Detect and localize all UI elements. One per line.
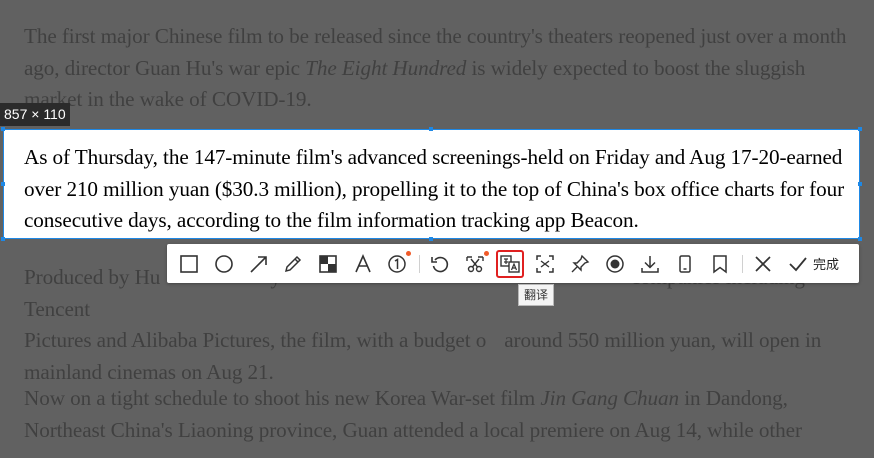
close-button[interactable]: [749, 250, 777, 278]
ai-cutout-button[interactable]: [461, 250, 489, 278]
paragraph-3-line3: mainland cinemas on Aug 21.: [24, 359, 274, 384]
phone-button[interactable]: [671, 250, 699, 278]
new-badge: [484, 251, 489, 256]
resize-handle-bottom-left[interactable]: [1, 237, 5, 241]
translate-button[interactable]: [496, 250, 524, 278]
numbered-circle-icon: [388, 255, 406, 273]
phone-icon: [679, 255, 691, 273]
resize-handle-top[interactable]: [429, 127, 433, 131]
paragraph-2: As of Thursday, the 147-minute film's ad…: [24, 145, 845, 232]
scissors-icon: [466, 256, 484, 273]
ellipse-tool[interactable]: [210, 250, 238, 278]
text-tool[interactable]: [349, 250, 377, 278]
paragraph-3-line2-start: Pictures and Alibaba Pictures, the film,…: [24, 328, 487, 352]
resize-handle-right[interactable]: [858, 182, 862, 186]
pen-tool[interactable]: [279, 250, 307, 278]
arrow-icon: [250, 256, 267, 273]
bookmark-icon: [713, 255, 727, 274]
download-button[interactable]: [636, 250, 664, 278]
resize-handle-top-right[interactable]: [858, 127, 862, 131]
mosaic-icon: [319, 255, 337, 273]
selection-region[interactable]: As of Thursday, the 147-minute film's ad…: [1, 127, 862, 241]
new-badge: [406, 251, 411, 256]
p4-segment: Jin Gang Chuan: [540, 386, 680, 410]
scan-text-icon: [536, 255, 554, 273]
close-icon: [755, 256, 771, 272]
resize-handle-bottom[interactable]: [429, 237, 433, 241]
resize-handle-bottom-right[interactable]: [858, 237, 862, 241]
bookmark-button[interactable]: [706, 250, 734, 278]
paragraph-3-start: Produced by Hu: [24, 265, 161, 289]
check-icon: [789, 257, 807, 272]
p1-segment: The Eight Hundred: [305, 55, 467, 80]
selection-size-label: 857 × 110: [0, 103, 70, 126]
number-tool[interactable]: [383, 250, 411, 278]
ocr-button[interactable]: [531, 250, 559, 278]
record-button[interactable]: [601, 250, 629, 278]
undo-icon: [431, 256, 449, 273]
paragraph-4: Now on a tight schedule to shoot his new…: [24, 383, 864, 446]
toolbar-separator: [742, 255, 743, 273]
rectangle-icon: [180, 255, 198, 273]
done-button[interactable]: [784, 250, 812, 278]
record-icon: [606, 255, 624, 273]
p4-segment: Now on a tight schedule to shoot his new…: [24, 386, 541, 410]
circle-icon: [215, 255, 233, 273]
translate-tooltip: 翻译: [518, 284, 555, 306]
resize-handle-left[interactable]: [1, 182, 5, 186]
done-label[interactable]: 完成: [813, 254, 839, 273]
resize-handle-top-left[interactable]: [1, 127, 5, 131]
mosaic-tool[interactable]: [314, 250, 342, 278]
pin-icon: [571, 254, 590, 273]
undo-button[interactable]: [426, 250, 454, 278]
arrow-tool[interactable]: [245, 250, 273, 278]
text-a-icon: [355, 254, 371, 273]
pin-button[interactable]: [566, 250, 594, 278]
toolbar-separator: [419, 255, 420, 273]
paragraph-1: The first major Chinese film to be relea…: [24, 21, 864, 116]
screenshot-toolbar: 完成: [167, 244, 859, 283]
download-icon: [641, 256, 659, 273]
rectangle-tool[interactable]: [175, 250, 203, 278]
paragraph-3-line2-end: around 550 million yuan, will open in: [504, 328, 822, 352]
translate-icon: [500, 255, 520, 273]
pencil-icon: [284, 255, 302, 273]
